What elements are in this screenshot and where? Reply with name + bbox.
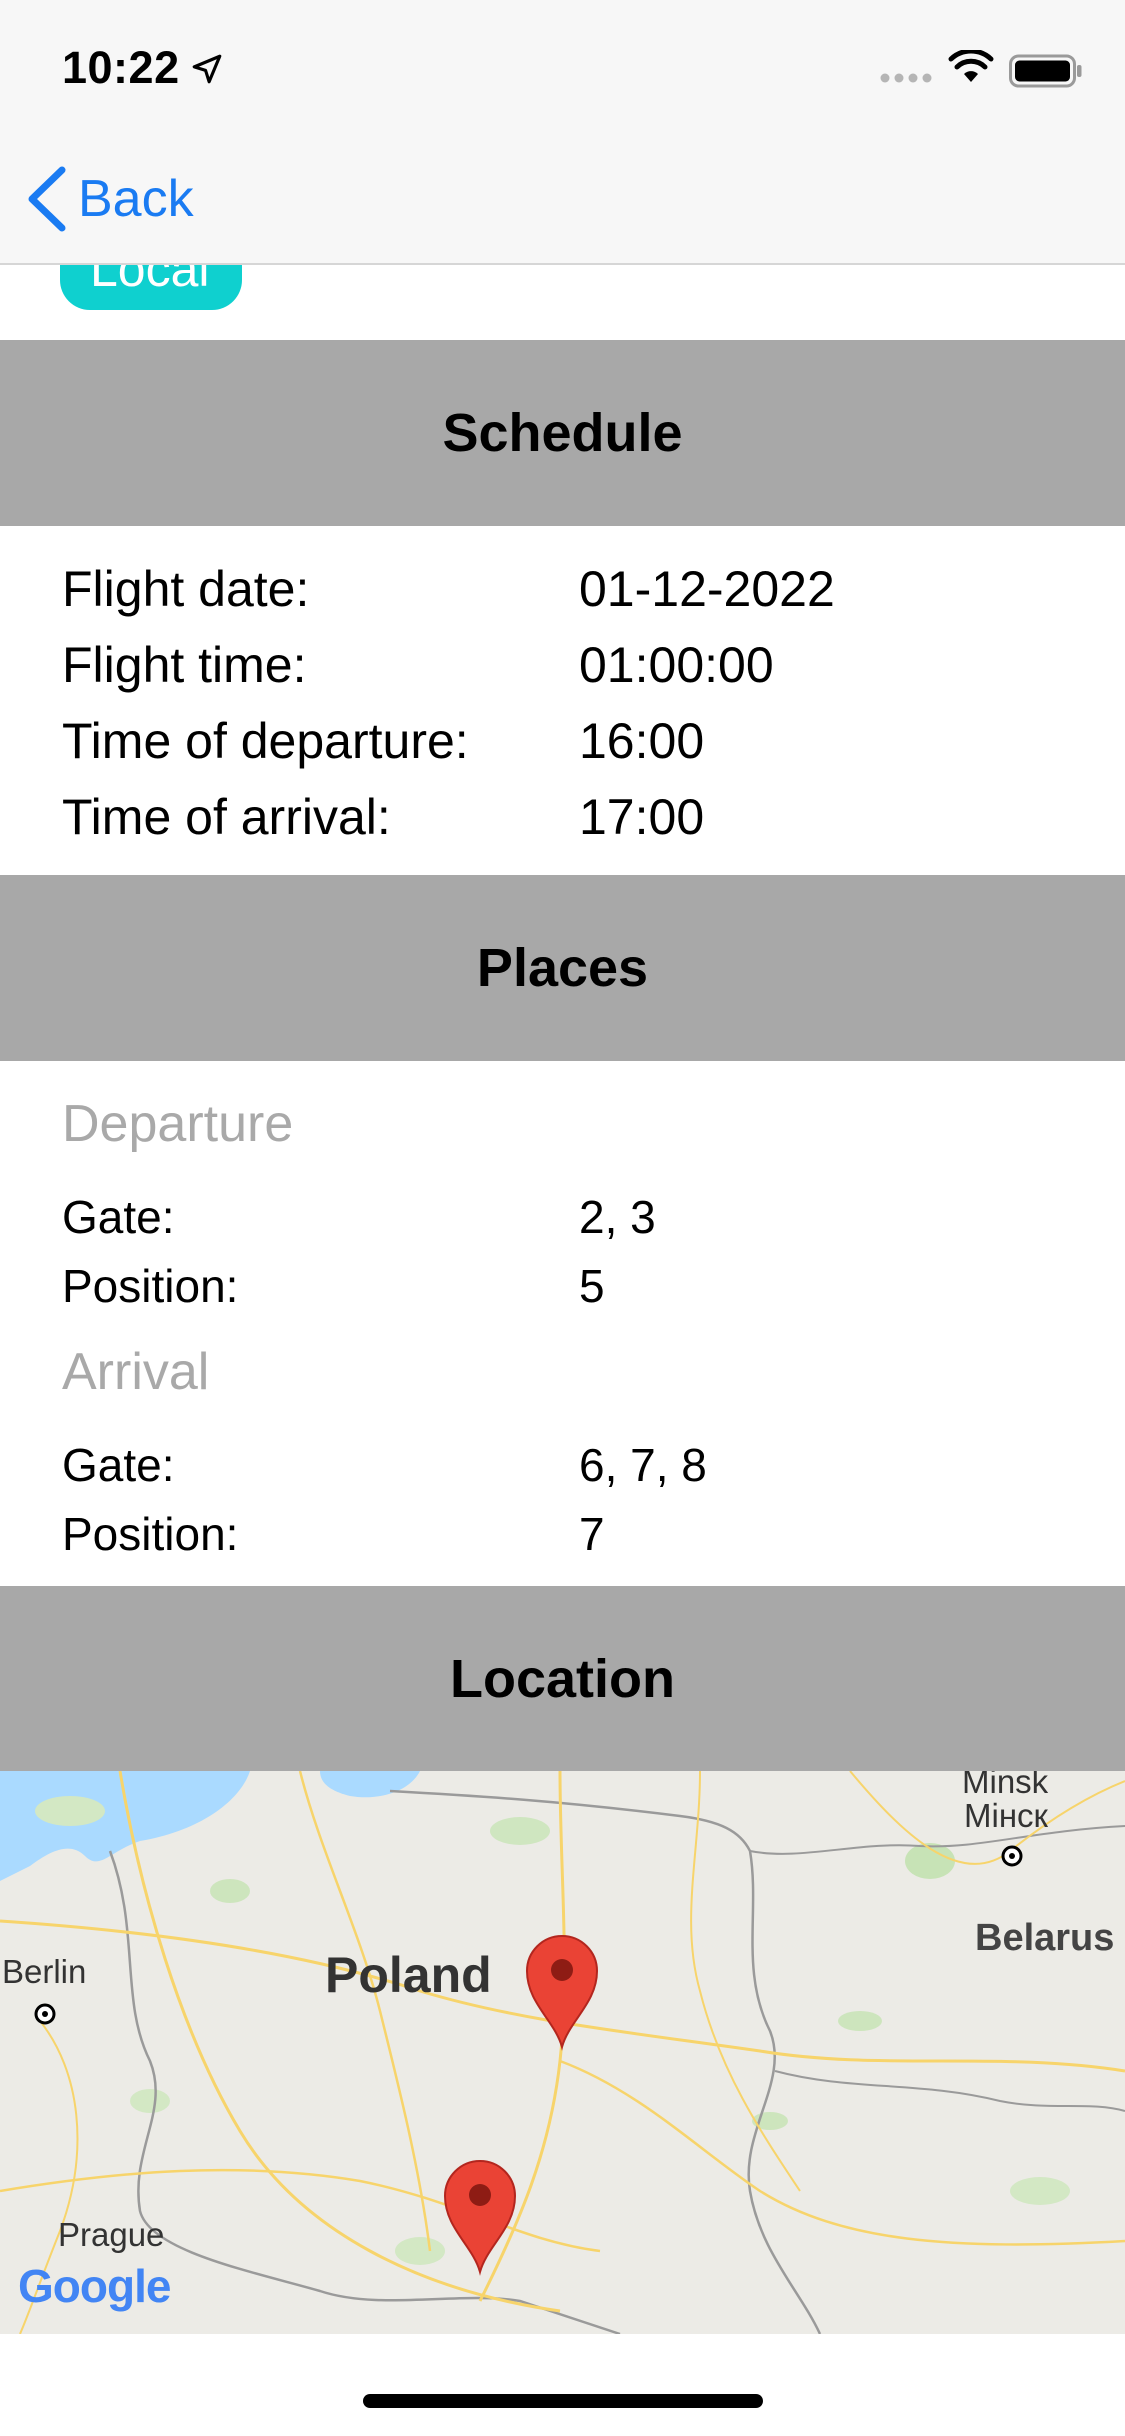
flight-time-value: 01:00:00 <box>579 637 774 693</box>
map-label-poland: Poland <box>325 1947 492 2003</box>
map-marker-2[interactable] <box>441 2156 519 2276</box>
location-arrow-icon <box>192 54 222 84</box>
flight-time-label: Flight time: <box>62 637 307 693</box>
battery-icon <box>1009 54 1082 88</box>
map-label-prague: Prague <box>58 2216 165 2253</box>
schedule-header-title: Schedule <box>442 403 683 463</box>
departure-position-label: Position: <box>62 1260 239 1312</box>
map-label-berlin: Berlin <box>2 1953 87 1990</box>
back-button[interactable]: Back <box>24 164 194 234</box>
home-indicator[interactable] <box>363 2394 763 2408</box>
arrival-position-value: 7 <box>579 1508 605 1560</box>
schedule-section-header: Schedule <box>0 340 1125 526</box>
arrival-time-label: Time of arrival: <box>62 789 391 845</box>
back-button-label: Back <box>78 170 194 228</box>
departure-time-value: 16:00 <box>579 713 705 769</box>
map-label-minsk-cyrillic: Мінск <box>964 1797 1048 1834</box>
departure-gate-value: 2, 3 <box>579 1191 656 1243</box>
status-time: 10:22 <box>62 42 180 93</box>
departure-time-label: Time of departure: <box>62 713 469 769</box>
map-marker-1[interactable] <box>523 1931 601 2051</box>
arrival-subtitle: Arrival <box>62 1343 210 1401</box>
places-header-title: Places <box>476 938 649 998</box>
google-logo: Google <box>18 2260 171 2312</box>
arrival-position-label: Position: <box>62 1508 239 1560</box>
departure-gate-label: Gate: <box>62 1191 175 1243</box>
arrival-time-value: 17:00 <box>579 789 705 845</box>
location-header-title: Location <box>450 1649 675 1709</box>
departure-subtitle: Departure <box>62 1095 294 1153</box>
arrival-gate-value: 6, 7, 8 <box>579 1439 707 1491</box>
wifi-icon <box>948 50 994 82</box>
flight-date-label: Flight date: <box>62 561 310 617</box>
places-section-header: Places <box>0 875 1125 1061</box>
location-map[interactable]: Minsk Мінск Belarus Berlin Poland Prague… <box>0 1771 1125 2334</box>
map-background <box>0 1771 1125 2334</box>
cellular-signal-icon <box>880 73 932 83</box>
map-label-belarus: Belarus <box>975 1917 1115 1959</box>
location-section-header: Location <box>0 1586 1125 1772</box>
flight-date-value: 01-12-2022 <box>579 561 835 617</box>
departure-position-value: 5 <box>579 1260 605 1312</box>
arrival-gate-label: Gate: <box>62 1439 175 1491</box>
chevron-left-icon <box>28 166 66 232</box>
navigation-bar: 10:22 Back <box>0 0 1125 265</box>
